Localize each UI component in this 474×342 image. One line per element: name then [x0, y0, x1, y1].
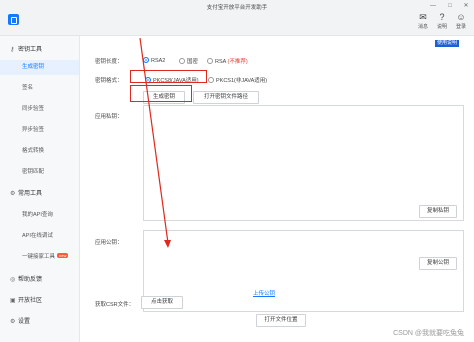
sidebar: ⚷ 密钥工具 生成密钥 签名 同步验签 异步验签 格式转换 密钥匹配 ⚙ 常用工具 …: [0, 36, 80, 342]
sidebar-item-label: 一键接家工具: [22, 254, 56, 260]
messages-label: 消息: [417, 24, 428, 30]
sidebar-item-sign[interactable]: 签名: [0, 81, 79, 96]
open-file-location-button[interactable]: 打开文件位置: [256, 314, 306, 327]
toolbox-icon: ⚙: [10, 191, 16, 197]
private-key-label: 应用私钥：: [95, 114, 123, 120]
sidebar-item-async-verify[interactable]: 异步验签: [0, 123, 79, 138]
message-icon: ✉: [419, 12, 427, 22]
open-key-path-button[interactable]: 打开密钥文件路径: [193, 91, 259, 104]
sidebar-group-key-tools[interactable]: ⚷ 密钥工具: [10, 44, 42, 53]
user-icon: ☺: [456, 12, 466, 22]
sidebar-item-my-api[interactable]: 我的API查询: [0, 208, 79, 223]
radio-dot: [207, 58, 213, 64]
sidebar-item-format-convert[interactable]: 格式转换: [0, 144, 79, 159]
close-button[interactable]: ✕: [461, 2, 471, 10]
new-badge: new: [57, 253, 69, 258]
login-button[interactable]: ☺ 登录: [452, 12, 470, 30]
maximize-button[interactable]: □: [445, 2, 455, 10]
radio-rsa2[interactable]: RSA2: [143, 57, 165, 64]
login-label: 登录: [455, 24, 466, 30]
public-key-label: 应用公钥：: [95, 240, 123, 246]
rsa-warning: (不推荐): [227, 59, 248, 65]
main-panel: 使用说明 密钥长度： RSA2 国密 RSA (不推荐) 密钥格式： PKCS8…: [81, 36, 474, 342]
upload-public-key-link[interactable]: 上传公钥: [253, 289, 275, 297]
sidebar-item-label: 设置: [18, 319, 31, 325]
sidebar-item-generate-key[interactable]: 生成密钥: [0, 60, 79, 75]
feedback-icon: ◎: [10, 277, 16, 283]
sidebar-group-label: 常用工具: [18, 191, 43, 197]
sidebar-item-one-click[interactable]: 一键接家工具 new: [0, 250, 79, 265]
settings-icon: ⚙: [10, 319, 16, 325]
key-icon: ⚷: [10, 47, 15, 53]
messages-button[interactable]: ✉ 消息: [414, 12, 432, 30]
csr-label: 获取CSR文件：: [95, 302, 135, 308]
sidebar-group-common-tools[interactable]: ⚙ 常用工具: [10, 188, 42, 197]
app-logo-icon: [8, 14, 19, 25]
radio-pkcs1[interactable]: PKCS1(非JAVA适用): [208, 76, 267, 84]
help-icon: ?: [439, 12, 445, 22]
sidebar-item-key-match[interactable]: 密钥匹配: [0, 165, 79, 180]
sidebar-item-api-debug[interactable]: API在线调试: [0, 229, 79, 244]
key-format-label: 密钥格式：: [95, 78, 123, 84]
public-key-textarea[interactable]: [143, 230, 464, 312]
radio-label: 国密: [187, 59, 199, 65]
sidebar-item-label: 开放社区: [18, 298, 43, 304]
copy-private-key-button[interactable]: 复制私钥: [419, 205, 457, 218]
radio-rsa[interactable]: RSA (不推荐): [207, 57, 248, 65]
radio-label: RSA: [215, 59, 227, 65]
sidebar-item-community[interactable]: ▣ 开放社区: [10, 295, 42, 304]
private-key-textarea[interactable]: [143, 105, 464, 221]
copy-public-key-button[interactable]: 复制公钥: [419, 257, 457, 270]
sidebar-item-label: 帮助反馈: [18, 277, 43, 283]
community-icon: ▣: [10, 298, 16, 304]
radio-sm2[interactable]: 国密: [179, 57, 198, 65]
sidebar-item-settings[interactable]: ⚙ 设置: [10, 316, 30, 325]
sidebar-item-help-feedback[interactable]: ◎ 帮助反馈: [10, 274, 42, 283]
annotation-box-format: [130, 70, 207, 83]
radio-dot: [143, 57, 149, 63]
title-bar: 支付宝开放平台开发助手 — □ ✕ ✉ 消息 ? 说明 ☺ 登录: [0, 0, 474, 36]
radio-label: PKCS1(非JAVA适用): [216, 78, 268, 84]
help-button[interactable]: ? 说明: [433, 12, 451, 30]
minimize-button[interactable]: —: [428, 2, 438, 10]
help-label: 说明: [436, 24, 447, 30]
usage-instructions-link[interactable]: 使用说明: [435, 40, 460, 47]
get-csr-button[interactable]: 点击获取: [141, 296, 183, 309]
sidebar-item-sync-verify[interactable]: 同步验签: [0, 102, 79, 117]
radio-dot: [179, 58, 185, 64]
key-length-label: 密钥长度：: [95, 59, 123, 65]
radio-dot: [208, 77, 214, 83]
window-title: 支付宝开放平台开发助手: [206, 5, 268, 11]
annotation-box-generate: [130, 85, 192, 102]
watermark: CSDN @我就要吃兔兔: [393, 330, 464, 337]
radio-label: RSA2: [151, 58, 166, 64]
sidebar-group-label: 密钥工具: [18, 47, 43, 53]
